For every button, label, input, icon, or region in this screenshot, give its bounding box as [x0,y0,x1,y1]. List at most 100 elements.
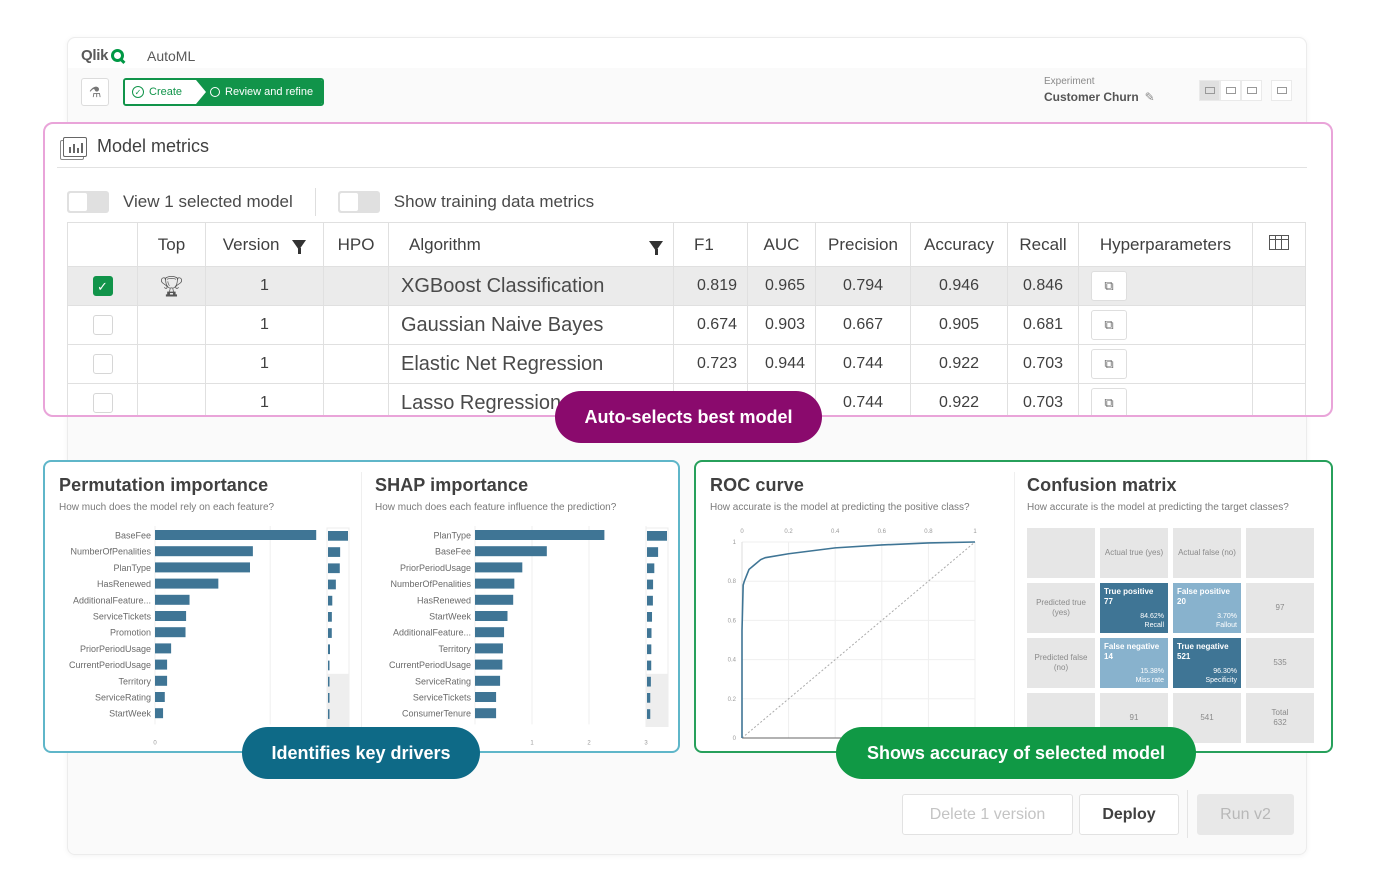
cm-cell-value: 14 [1104,652,1113,662]
f1-cell: 0.819 [673,266,748,306]
layout-split-button[interactable] [1220,80,1241,101]
open-hyperparameters-button[interactable]: ⧉ [1091,310,1127,340]
col-top[interactable]: Top [137,222,206,267]
y-category-label: ServiceRating [95,693,151,703]
top-cell [137,344,206,384]
overview-scrollbar-track [327,673,349,727]
col-version[interactable]: Version [205,222,324,267]
open-hyperparameters-button[interactable]: ⧉ [1091,349,1127,379]
external-link-icon: ⧉ [1104,317,1114,332]
cm-cell-label: False positive [1177,587,1230,596]
cm-false-positive: False positive 20 3.70% Fallout [1173,583,1241,633]
hyperparameters-cell: ⧉ [1078,383,1253,415]
pencil-icon[interactable]: ✎ [1145,90,1155,104]
open-hyperparameters-button[interactable]: ⧉ [1091,388,1127,415]
bar [155,675,168,686]
bar [155,659,168,670]
bar [475,611,508,621]
col-recall[interactable]: Recall [1007,222,1079,267]
y-category-label: Promotion [110,628,151,638]
delete-version-button[interactable]: Delete 1 version [902,794,1073,835]
table-row[interactable]: ✓ 🏆︎ 1 XGBoost Classification 0.819 0.96… [67,266,1306,306]
cm-cell-label: True positive [1104,587,1154,596]
recall-cell: 0.846 [1007,266,1079,306]
f1-cell: 0.674 [673,305,748,345]
y-category-label: BaseFee [115,531,151,541]
deploy-button[interactable]: Deploy [1079,794,1179,835]
row-checkbox[interactable] [92,315,113,335]
y-category-label: StartWeek [109,709,151,719]
overview-bar [328,644,330,655]
chart-subtitle: How accurate is the model at predicting … [1027,502,1289,513]
experiment-button[interactable]: ⚗ [81,78,109,106]
row-checkbox[interactable] [92,393,113,413]
step-create[interactable]: ✓ Create [125,80,207,104]
recall-cell: 0.703 [1007,344,1079,384]
cm-row-total: 535 [1246,638,1314,688]
chart-title: Permutation importance [59,475,269,495]
row-checkbox[interactable]: ✓ [92,276,113,296]
cm-col-header: Actual true (yes) [1100,528,1168,578]
cm-cell-label: True negative [1177,642,1229,651]
overview-bar [328,531,348,541]
brand-name: Qlik [81,47,109,64]
empty-cell [1252,305,1306,345]
overview-bar [647,612,653,622]
col-auc[interactable]: AUC [747,222,816,267]
layout-stacked-button[interactable] [1199,80,1220,101]
callout-best-model: Auto-selects best model [555,391,822,443]
hpo-cell [323,266,389,306]
external-link-icon: ⧉ [1104,356,1114,371]
step-review-and-refine[interactable]: Review and refine [196,80,323,104]
version-cell: 1 [205,383,324,415]
columns-icon [1269,234,1289,250]
y-category-label: PriorPeriodUsage [400,563,471,573]
table-row[interactable]: 1 Elastic Net Regression 0.723 0.944 0.7… [67,344,1306,384]
col-algorithm[interactable]: Algorithm [388,222,674,267]
column-chooser-button[interactable] [1252,222,1306,267]
col-precision[interactable]: Precision [815,222,911,267]
hpo-cell [323,305,389,345]
feature-importance-panel: Permutation importance How much does the… [43,460,680,753]
bar [475,643,503,654]
training-metrics-label: Show training data metrics [393,192,595,211]
hpo-cell [323,344,389,384]
overview-bar [647,628,652,638]
layout-single-button[interactable] [1271,80,1292,101]
filter-icon[interactable] [649,240,663,255]
overview-bar [328,693,330,703]
y-category-label: BaseFee [435,547,471,557]
experiment-name: Customer Churn [1044,90,1139,104]
col-f1[interactable]: F1 [673,222,748,267]
overview-bar [647,709,651,719]
top-cell [137,305,206,345]
precision-cell: 0.667 [815,305,911,345]
filter-icon[interactable] [292,239,307,254]
col-hyperparameters[interactable]: Hyperparameters [1078,222,1253,267]
step-label: Review and refine [225,86,314,98]
table-header-row: Top Version HPO Algorithm F1 AUC Precisi… [67,222,1306,267]
view-selected-toggle[interactable] [67,191,109,213]
overview-bar [647,660,652,671]
recall-cell: 0.703 [1007,383,1079,415]
y-category-label: AdditionalFeature... [393,628,471,638]
layout-columns-button[interactable] [1241,80,1262,101]
run-button[interactable]: Run v2 [1197,794,1294,835]
col-hpo[interactable]: HPO [323,222,389,267]
col-accuracy[interactable]: Accuracy [910,222,1008,267]
cm-cell-metric: Fallout [1215,621,1237,629]
cm-cell-pct: 84.62% [1140,612,1164,620]
cm-true-positive: True positive 77 84.62% Recall [1100,583,1168,633]
chart-title: SHAP importance [375,475,529,495]
qlik-logo: Qlik [81,47,125,64]
accuracy-cell: 0.922 [910,344,1008,384]
cm-cell-metric: Miss rate [1135,676,1164,684]
table-row[interactable]: 1 Gaussian Naive Bayes 0.674 0.903 0.667… [67,305,1306,345]
bar [155,530,317,540]
cm-true-negative: True negative 521 96.30% Specificity [1173,638,1241,688]
row-select-cell [67,344,138,384]
open-hyperparameters-button[interactable]: ⧉ [1091,271,1127,301]
circle-icon [210,87,221,97]
row-checkbox[interactable] [92,354,113,374]
training-metrics-toggle[interactable] [337,191,380,213]
